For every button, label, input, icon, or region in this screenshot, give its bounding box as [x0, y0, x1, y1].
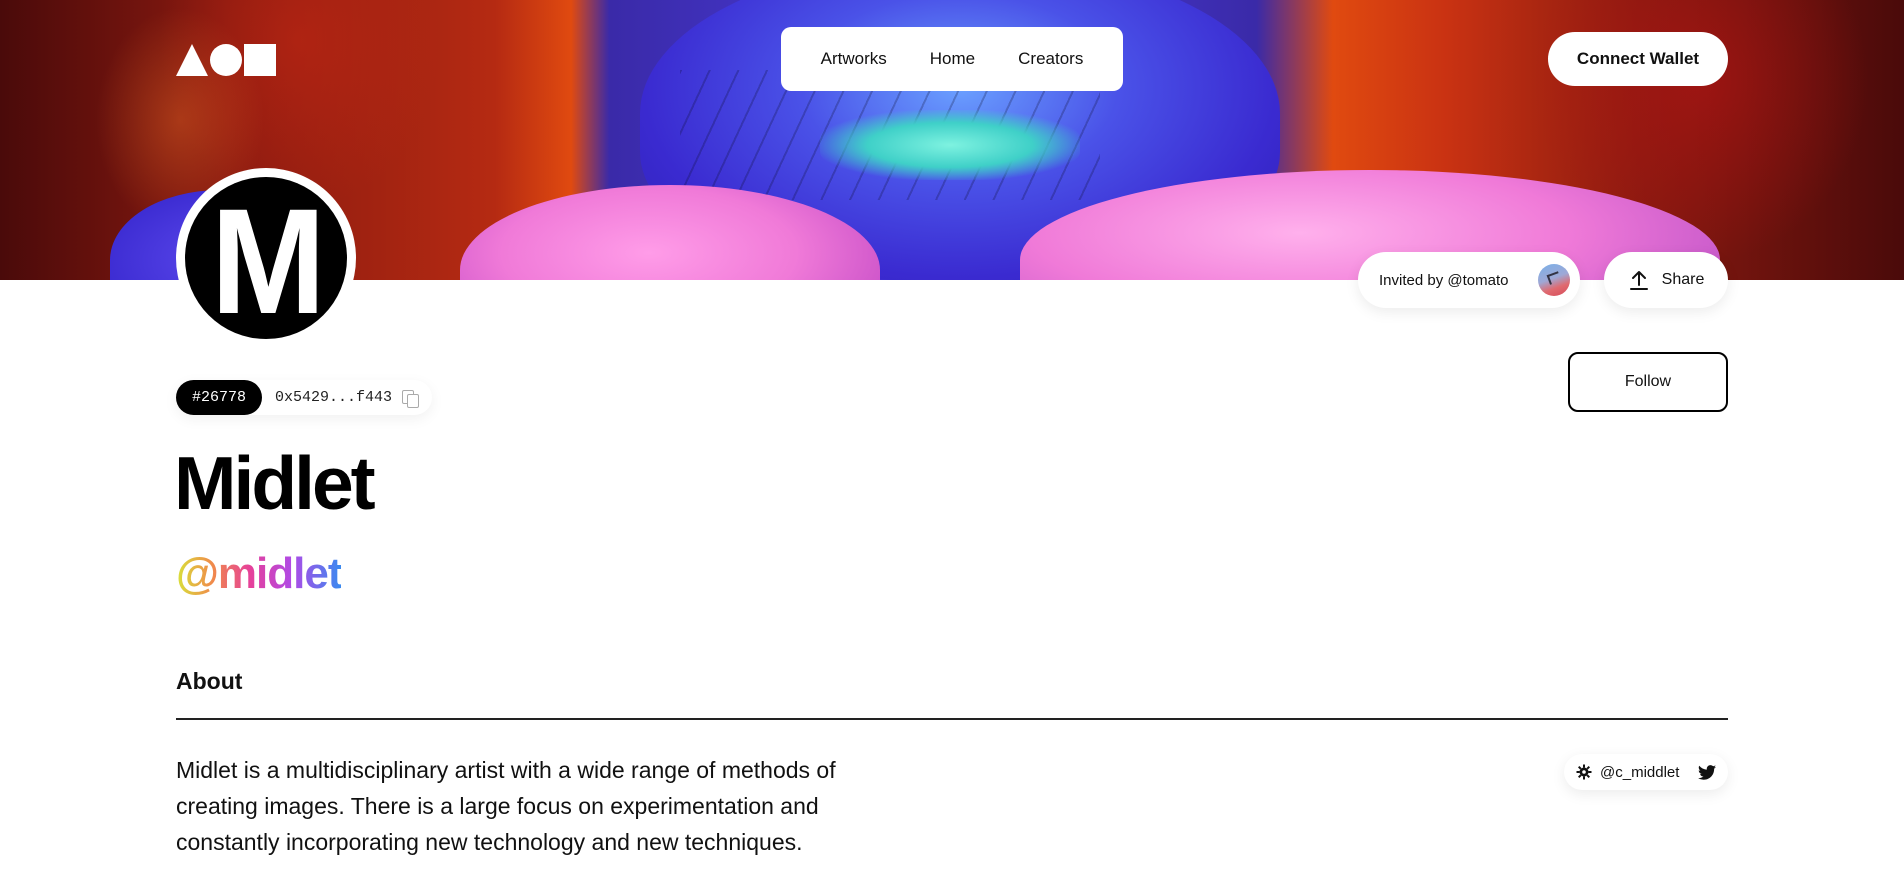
follow-button[interactable]: Follow — [1568, 352, 1728, 412]
profile-avatar: M — [176, 168, 356, 348]
copy-icon[interactable] — [402, 389, 420, 408]
bio-text: Midlet is a multidisciplinary artist wit… — [176, 757, 836, 855]
main-nav: Artworks Home Creators — [781, 27, 1123, 91]
shapes-logo[interactable] — [176, 44, 276, 76]
connect-wallet-button[interactable]: Connect Wallet — [1548, 32, 1728, 86]
divider — [176, 718, 1728, 720]
wallet-address: 0x5429...f443 — [275, 389, 393, 406]
profile-name: Midlet — [174, 441, 376, 525]
share-icon — [1629, 271, 1648, 290]
nav-artworks[interactable]: Artworks — [821, 49, 887, 69]
banner-art-shape — [820, 110, 1080, 180]
share-label: Share — [1661, 271, 1705, 288]
inviter-avatar — [1538, 264, 1570, 296]
token-id-badge: #26778 — [176, 380, 263, 415]
gear-icon — [1576, 764, 1592, 780]
social-handle: @c_middlet — [1600, 763, 1680, 781]
avatar-letter: M — [210, 177, 325, 345]
share-button[interactable]: Share — [1604, 252, 1728, 308]
nav-home[interactable]: Home — [930, 49, 975, 69]
wallet-id-row: #26778 0x5429...f443 — [176, 380, 433, 415]
about-heading: About — [176, 668, 243, 694]
twitter-link[interactable]: @c_middlet — [1564, 754, 1728, 790]
profile-handle: @midlet — [176, 549, 342, 598]
invited-by-label: Invited by @tomato — [1379, 271, 1509, 289]
twitter-icon — [1698, 764, 1716, 780]
nav-creators[interactable]: Creators — [1018, 49, 1083, 69]
avatar-circle: M — [185, 177, 347, 339]
invited-by-pill[interactable]: Invited by @tomato — [1358, 252, 1580, 308]
